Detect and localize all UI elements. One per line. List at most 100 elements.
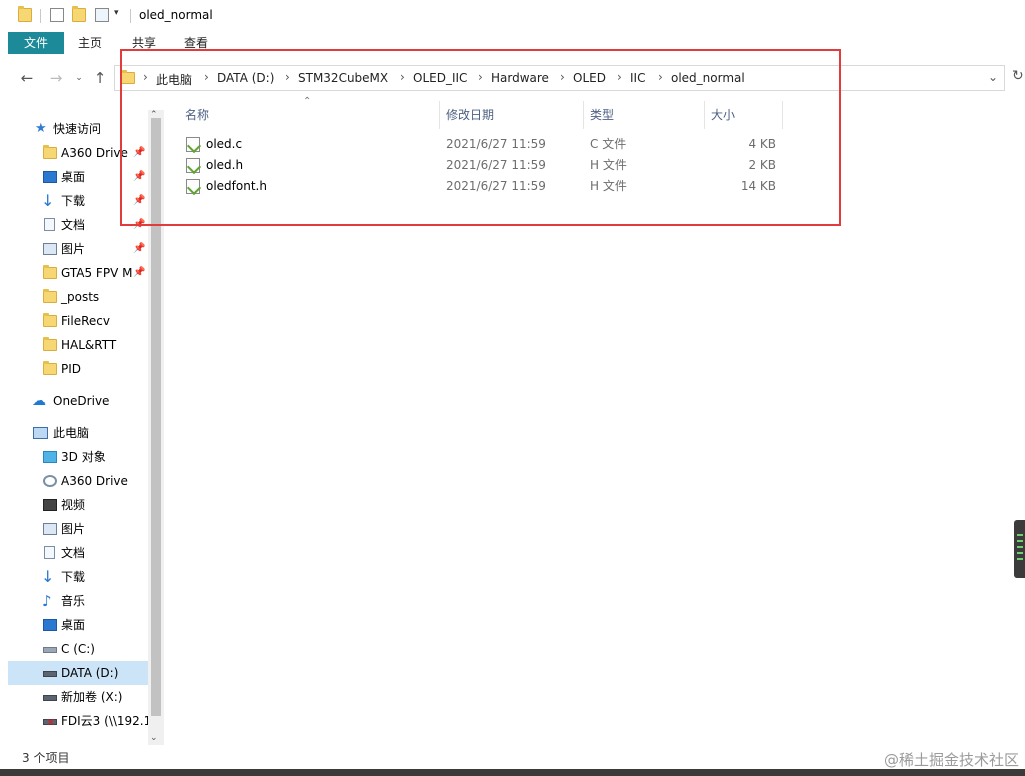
sidebar-item-hal-rtt[interactable]: HAL&RTT [8, 333, 148, 357]
column-headers: 名称 修改日期 类型 大小 [178, 101, 788, 129]
breadcrumb-separator: › [478, 70, 483, 84]
sidebar-item-a360-drive[interactable]: A360 Drive 📌 [8, 141, 148, 165]
sidebar-item-pictures-pc[interactable]: 图片 [8, 517, 148, 541]
recent-locations-icon[interactable]: ⌄ [70, 69, 88, 87]
file-row[interactable]: oledfont.h 2021/6/27 11:59 H 文件 14 KB [178, 176, 788, 197]
watermark: @稀土掘金技术社区 [883, 751, 1019, 769]
file-type: C 文件 [590, 137, 627, 151]
sidebar-item-pid[interactable]: PID [8, 357, 148, 381]
back-arrow-icon[interactable]: ← [18, 69, 36, 87]
breadcrumb-oled-normal[interactable]: oled_normal [671, 71, 745, 85]
sidebar-item-filerecv[interactable]: FileRecv [8, 309, 148, 333]
sidebar-item-documents[interactable]: 文档 📌 [8, 213, 148, 237]
window-title: oled_normal [139, 8, 213, 22]
column-divider[interactable] [439, 101, 440, 129]
download-arrow-icon: ↓ [41, 567, 55, 586]
hard-drive-icon [43, 647, 57, 653]
folder-icon [43, 337, 57, 351]
file-date: 2021/6/27 11:59 [446, 179, 546, 193]
sidebar-item-posts[interactable]: _posts [8, 285, 148, 309]
level-bar [1017, 534, 1023, 536]
item-count: 3 个项目 [22, 751, 70, 765]
up-arrow-icon[interactable]: ↑ [91, 69, 109, 87]
forward-arrow-icon[interactable]: → [47, 69, 65, 87]
sidebar-item-downloads-pc[interactable]: ↓ 下载 [8, 565, 148, 589]
breadcrumb-oled-iic[interactable]: OLED_IIC [413, 71, 467, 85]
side-widget[interactable] [1014, 520, 1025, 578]
ribbon-tabs: 文件 主页 共享 查看 [0, 32, 1025, 54]
sidebar-item-videos[interactable]: 视频 [8, 493, 148, 517]
file-row[interactable]: oled.h 2021/6/27 11:59 H 文件 2 KB [178, 155, 788, 176]
scroll-down-icon[interactable]: ⌄ [150, 733, 158, 743]
sidebar-item-this-pc[interactable]: 此电脑 [8, 421, 148, 445]
status-bar: 3 个项目 [0, 745, 1025, 769]
file-row[interactable]: oled.c 2021/6/27 11:59 C 文件 4 KB [178, 134, 788, 155]
pin-icon: 📌 [133, 171, 146, 182]
sidebar-item-a360-drive-pc[interactable]: A360 Drive [8, 469, 148, 493]
folder-icon [43, 289, 57, 303]
sidebar-item-quick-access[interactable]: ★ 快速访问 [8, 117, 148, 141]
folder-icon [18, 6, 32, 22]
hard-drive-icon [43, 671, 57, 677]
breadcrumb-hardware[interactable]: Hardware [491, 71, 549, 85]
tab-home[interactable]: 主页 [70, 32, 110, 54]
desktop-icon [43, 171, 57, 183]
picture-icon [43, 523, 57, 535]
column-header-type[interactable]: 类型 [590, 101, 614, 129]
sidebar-item-drive-x[interactable]: 新加卷 (X:) [8, 685, 148, 709]
customize-quick-access-icon[interactable]: ▾ [114, 8, 119, 18]
address-bar[interactable]: › 此电脑 › DATA (D:) › STM32CubeMX › OLED_I… [114, 65, 1005, 91]
sidebar-item-desktop-pc[interactable]: 桌面 [8, 613, 148, 637]
properties-icon[interactable] [50, 8, 64, 22]
column-header-date[interactable]: 修改日期 [446, 101, 494, 129]
tab-file[interactable]: 文件 [8, 32, 64, 54]
breadcrumb-separator: › [400, 70, 405, 84]
level-bar [1017, 558, 1023, 560]
column-divider[interactable] [782, 101, 783, 129]
column-header-size[interactable]: 大小 [711, 101, 735, 129]
hard-drive-icon [43, 695, 57, 701]
sidebar-item-3d-objects[interactable]: 3D 对象 [8, 445, 148, 469]
sidebar-item-music[interactable]: ♪ 音乐 [8, 589, 148, 613]
chevron-down-icon[interactable]: ⌄ [988, 70, 998, 84]
sidebar-item-pictures[interactable]: 图片 📌 [8, 237, 148, 261]
sidebar-item-onedrive[interactable]: ☁ OneDrive [8, 389, 148, 413]
refresh-icon[interactable]: ↻ [1012, 68, 1025, 88]
breadcrumb-data-d[interactable]: DATA (D:) [217, 71, 274, 85]
sidebar-item-documents-pc[interactable]: 文档 [8, 541, 148, 565]
sidebar-item-network-drive[interactable]: ✕ FDI云3 (\\192.1 [8, 709, 148, 733]
breadcrumb-stm32cubemx[interactable]: STM32CubeMX [298, 71, 388, 85]
pin-icon: 📌 [133, 147, 146, 158]
column-divider[interactable] [704, 101, 705, 129]
level-bar [1017, 546, 1023, 548]
sidebar-item-gta5[interactable]: GTA5 FPV M 📌 [8, 261, 148, 285]
sidebar-item-desktop[interactable]: 桌面 📌 [8, 165, 148, 189]
column-divider[interactable] [583, 101, 584, 129]
pin-icon: 📌 [133, 267, 146, 278]
page-icon[interactable] [95, 8, 109, 22]
file-size: 4 KB [748, 137, 776, 151]
download-arrow-icon: ↓ [41, 191, 55, 210]
file-type: H 文件 [590, 179, 627, 193]
new-folder-icon[interactable] [72, 6, 86, 22]
document-icon [44, 218, 55, 231]
sidebar-item-drive-c[interactable]: C (C:) [8, 637, 148, 661]
breadcrumb-this-pc[interactable]: 此电脑 [156, 71, 192, 88]
text-file-icon [186, 179, 200, 194]
tab-view[interactable]: 查看 [176, 32, 216, 54]
pin-icon: 📌 [133, 195, 146, 206]
sidebar-scrollbar[interactable]: ⌃ ⌄ [148, 110, 164, 745]
text-file-icon [186, 158, 200, 173]
pin-icon: 📌 [133, 243, 146, 254]
sidebar-item-downloads[interactable]: ↓ 下载 📌 [8, 189, 148, 213]
scrollbar-thumb[interactable] [151, 118, 161, 716]
drive-icon [43, 475, 57, 487]
column-header-name[interactable]: 名称 [185, 101, 209, 129]
level-bar [1017, 552, 1023, 554]
tab-share[interactable]: 共享 [124, 32, 164, 54]
breadcrumb-iic[interactable]: IIC [630, 71, 645, 85]
pin-icon: 📌 [133, 219, 146, 230]
sidebar-item-drive-d[interactable]: DATA (D:) [8, 661, 148, 685]
breadcrumb-oled[interactable]: OLED [573, 71, 606, 85]
breadcrumb-separator: › [204, 70, 209, 84]
